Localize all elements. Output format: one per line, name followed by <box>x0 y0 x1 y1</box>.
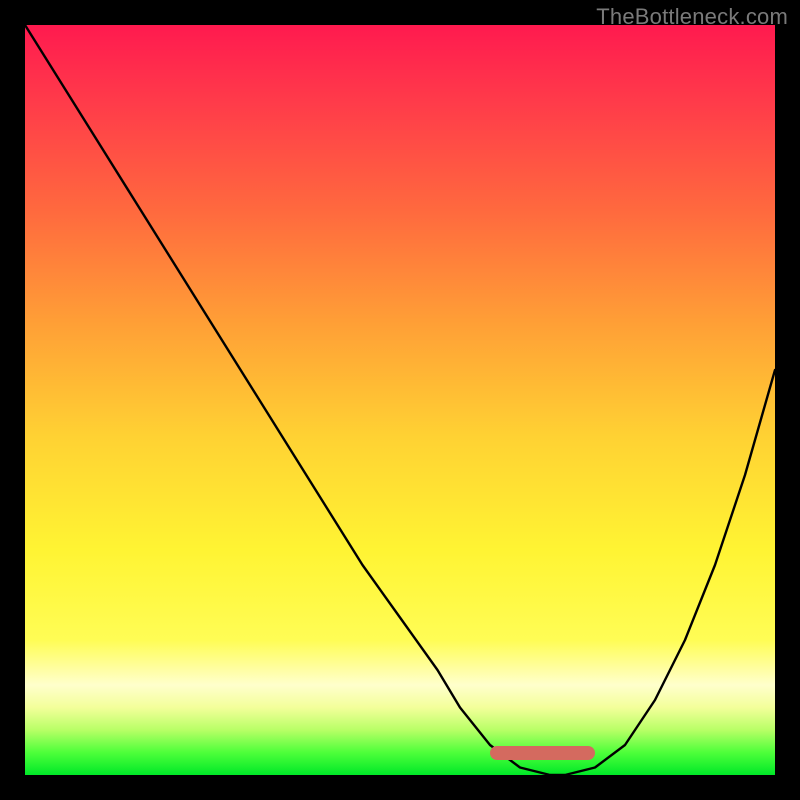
chart-frame: TheBottleneck.com <box>0 0 800 800</box>
sweet-spot-marker <box>490 746 595 760</box>
bottleneck-curve <box>25 25 775 775</box>
plot-area <box>25 25 775 775</box>
